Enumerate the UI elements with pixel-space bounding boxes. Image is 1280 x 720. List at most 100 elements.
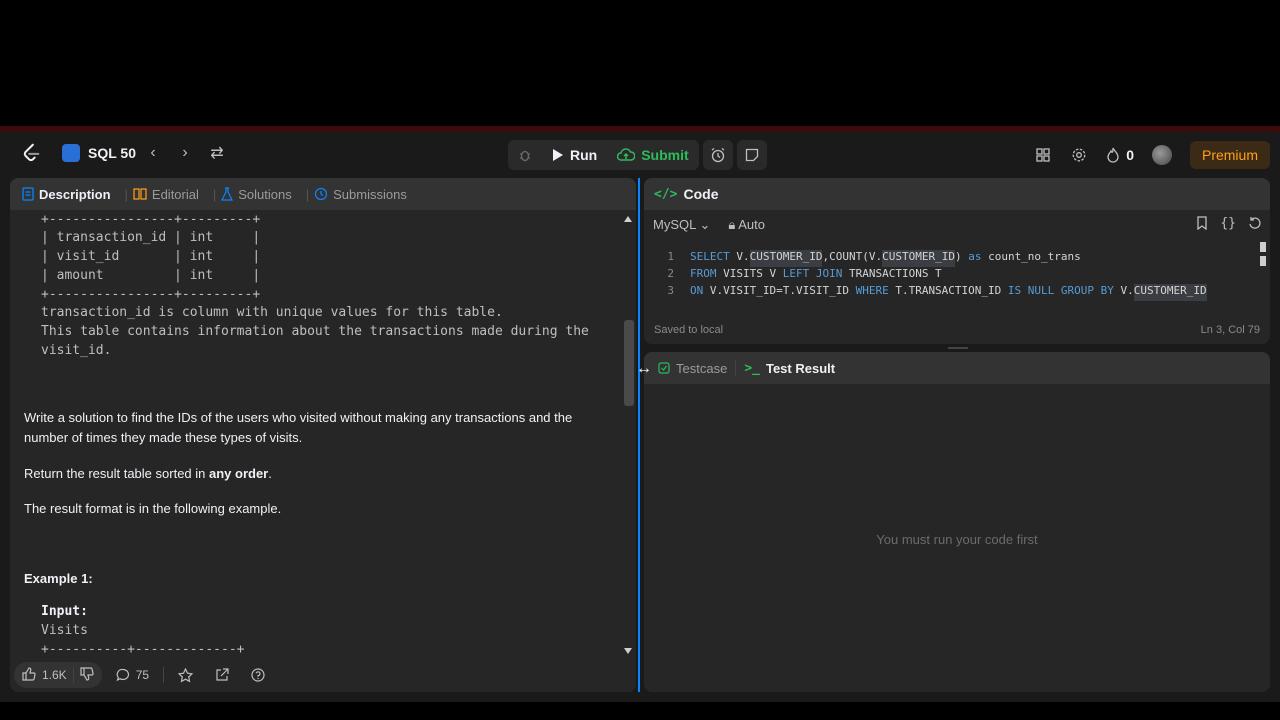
schema-border-top: +----------------+---------+ [41,212,261,227]
streak-counter[interactable]: 0 [1106,147,1134,163]
lock-icon: 🔒︎ [728,217,736,232]
tab-description[interactable]: Description [22,187,111,202]
shuffle-icon[interactable]: ⇄ [210,144,224,162]
empty-result-message: You must run your code first [876,532,1038,547]
language-select[interactable]: MySQL ⌄ [653,217,710,233]
tab-editorial-label: Editorial [151,186,199,202]
format-braces-icon[interactable]: {} [1220,216,1236,233]
schema-row: | amount | int | [41,268,261,283]
document-icon [22,187,34,201]
previous-problem-icon[interactable]: ‹ [146,144,160,162]
share-button[interactable] [207,668,237,682]
thumbs-up-icon[interactable] [22,666,36,684]
chevron-down-icon: ⌄ [699,217,711,232]
gear-icon[interactable] [1070,146,1088,164]
favorite-button[interactable] [170,667,201,683]
editor-scrollbar[interactable] [1260,242,1266,266]
scroll-thumb[interactable] [624,320,634,406]
line-number: 2 [667,267,674,280]
reset-icon[interactable] [1248,216,1262,233]
code-title: Code [683,186,719,202]
vertical-resize-handle[interactable] [948,347,968,349]
run-label: Run [570,147,598,163]
description-scrollbar[interactable] [622,214,634,656]
tab-editorial[interactable]: | Editorial [125,187,199,202]
premium-button[interactable]: Premium [1189,141,1270,169]
comments-button[interactable]: 75 [108,668,157,682]
tab-description-label: Description [39,186,111,202]
resize-cursor-icon: ↔ [636,360,652,377]
schema-note: transaction_id is column with unique val… [41,305,503,320]
submit-label: Submit [641,147,689,163]
navbar: SQL 50 ‹ › ⇄ Run Submit 0 Premium [0,132,1280,176]
scroll-up-icon[interactable] [624,216,632,222]
left-tabs: Description | Editorial | Solutions | Su… [10,178,636,210]
code-editor[interactable]: 1 SELECT V. CUSTOMER_ID ,COUNT(V. CUSTOMER_I… [644,248,1254,308]
schema-note: visit_id. [41,343,112,358]
code-line: 3 ON V.VISIT_ID=T.VISIT_ID WHERE T.TRANSA… [644,284,1207,301]
sql-50-icon [62,144,80,162]
problem-list-title: SQL 50 [88,145,136,161]
example-title: Example 1: [24,571,93,586]
result-tabs: Testcase >_ Test Result [644,352,1270,384]
timer-button[interactable] [702,140,733,170]
cloud-upload-icon [617,148,636,161]
note-icon [745,148,758,162]
code-header: </> Code [644,178,1270,210]
tab-solutions[interactable]: | Solutions [213,187,292,202]
auto-mode[interactable]: 🔒︎ Auto [728,217,765,233]
book-icon [133,188,147,200]
line-number: 1 [667,250,674,263]
layout-grid-icon[interactable] [1034,146,1052,164]
alarm-clock-icon [711,147,725,163]
scroll-down-icon[interactable] [624,648,632,654]
checkbox-icon [658,362,670,374]
schema-border-bottom: +----------------+---------+ [41,287,261,302]
tab-test-result[interactable]: >_ Test Result [744,361,835,376]
submit-button[interactable]: Submit [607,140,698,170]
tab-submissions[interactable]: | Submissions [306,187,407,202]
code-toolbar: MySQL ⌄ 🔒︎ Auto {} [644,210,1270,240]
schema-row: | visit_id | int | [41,249,261,264]
test-result-panel: Testcase >_ Test Result You must run you… [644,352,1270,692]
run-button[interactable]: Run [542,140,607,170]
play-icon [553,149,563,161]
leetcode-logo-icon[interactable] [20,142,42,164]
code-panel: </> Code MySQL ⌄ 🔒︎ Auto {} 1 SELECT V. CU… [644,178,1270,344]
result-format-note: The result format is in the following ex… [24,501,282,516]
save-status: Saved to local [654,324,724,336]
panel-resize-divider[interactable] [638,178,640,692]
run-controls: Run Submit [508,140,767,170]
tab-testcase[interactable]: Testcase [658,361,727,376]
line-number: 3 [667,284,674,297]
leetcode-app: SQL 50 ‹ › ⇄ Run Submit 0 Premium Descri… [0,132,1280,702]
description-panel: Description | Editorial | Solutions | Su… [10,178,636,692]
help-button[interactable] [243,668,273,682]
streak-count: 0 [1126,147,1134,163]
next-problem-icon[interactable]: › [178,144,192,162]
vote-pill: 1.6K [14,662,102,688]
user-nav: 0 Premium [1034,140,1270,170]
code-line: 1 SELECT V. CUSTOMER_ID ,COUNT(V. CUSTOMER_I… [644,250,1081,267]
avatar[interactable] [1151,145,1172,165]
tab-solutions-label: Solutions [238,186,292,202]
comment-icon [116,668,129,682]
problem-navigation: ‹ › ⇄ [146,144,224,162]
description-footer: 1.6K 75 [10,658,636,692]
debug-button[interactable] [508,140,542,170]
external-link-icon [216,668,229,681]
bookmark-icon[interactable] [1196,216,1208,233]
help-icon [251,668,265,682]
terminal-icon: >_ [744,360,760,376]
history-icon [315,187,328,201]
notes-button[interactable] [736,140,767,170]
flask-icon [221,187,234,201]
input-label: Input: [41,604,88,619]
problem-list-link[interactable]: SQL 50 [62,144,136,162]
input-table-border: +----------+-------------+ [41,642,245,657]
bug-icon [520,150,530,162]
schema-row: | transaction_id | int | [41,230,261,245]
thumbs-down-icon[interactable] [80,666,94,684]
run-submit-group: Run Submit [508,140,699,170]
schema-note: This table contains information about th… [41,324,589,339]
